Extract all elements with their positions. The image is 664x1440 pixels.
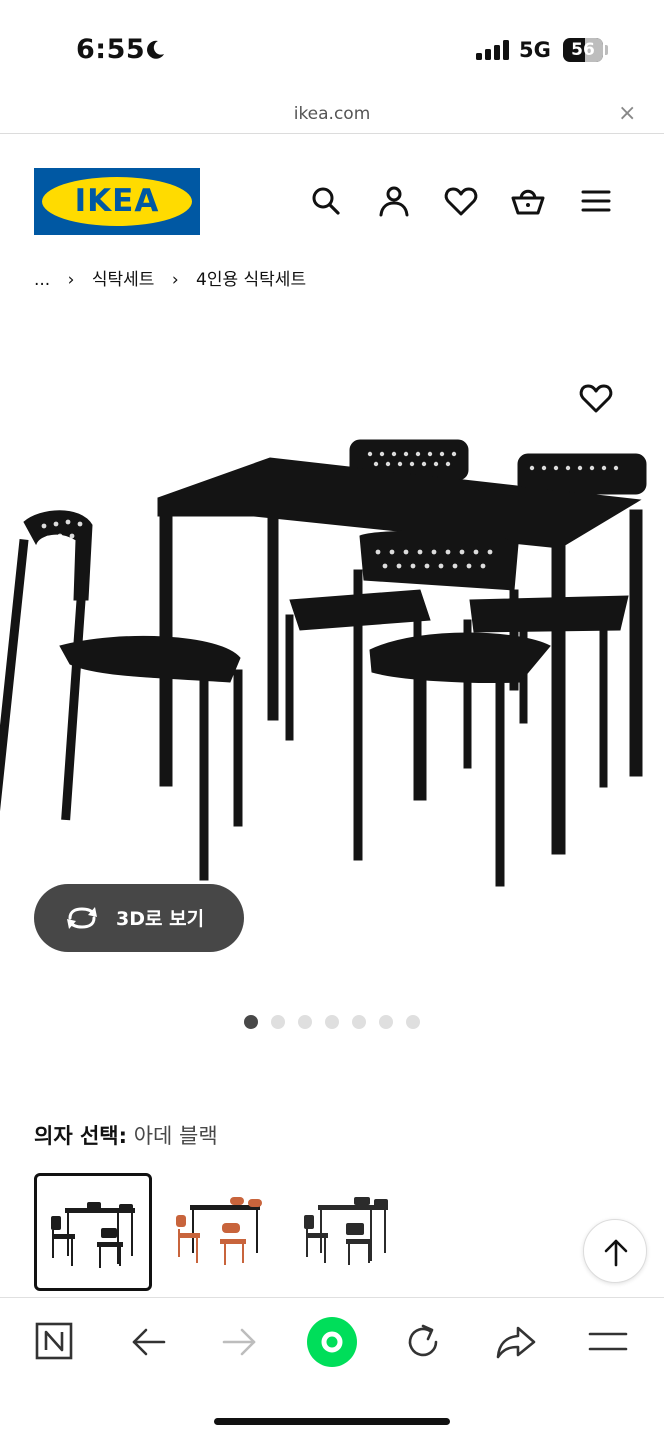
carousel-dot[interactable] xyxy=(271,1015,285,1029)
carousel-dot[interactable] xyxy=(406,1015,420,1029)
variant-swatch-black-alt[interactable] xyxy=(290,1173,408,1291)
close-icon[interactable]: × xyxy=(618,101,636,126)
favourite-icon[interactable] xyxy=(578,380,614,416)
breadcrumb-item[interactable]: 식탁세트 xyxy=(92,265,155,290)
moon-icon xyxy=(147,40,164,59)
variant-swatch-black[interactable] xyxy=(34,1173,152,1291)
product-image[interactable] xyxy=(0,420,664,900)
carousel-dots[interactable] xyxy=(244,1015,420,1029)
chair-select: 의자 선택: 아데 블랙 xyxy=(34,1120,218,1150)
chair-select-label: 의자 선택: xyxy=(34,1124,127,1148)
url-bar[interactable]: ikea.com × xyxy=(0,96,664,134)
menu-icon[interactable] xyxy=(578,183,614,219)
breadcrumb-separator: › xyxy=(171,270,179,290)
variant-swatch-orange[interactable] xyxy=(162,1173,280,1291)
carousel-dot[interactable] xyxy=(325,1015,339,1029)
battery-level: 56 xyxy=(571,40,595,60)
back-arrow-icon[interactable] xyxy=(126,1322,170,1362)
chair-select-value: 아데 블랙 xyxy=(133,1124,218,1148)
variant-thumbnail xyxy=(304,1197,388,1265)
carousel-dot[interactable] xyxy=(244,1015,258,1029)
scroll-to-top-button[interactable] xyxy=(583,1219,647,1283)
view-3d-label: 3D로 보기 xyxy=(116,908,205,930)
battery-icon: 56 xyxy=(563,38,603,62)
carousel-dot[interactable] xyxy=(298,1015,312,1029)
browser-toolbar xyxy=(0,1297,664,1440)
breadcrumb-separator: › xyxy=(67,270,75,290)
forward-arrow-icon[interactable] xyxy=(218,1322,262,1362)
logo-text: IKEA xyxy=(74,183,160,219)
signal-icon xyxy=(476,40,509,60)
search-icon[interactable] xyxy=(308,183,344,219)
view-3d-button[interactable]: 3D로 보기 xyxy=(34,884,244,952)
menu-icon[interactable] xyxy=(586,1322,630,1362)
ikea-logo[interactable]: IKEA xyxy=(34,168,200,235)
status-bar: 6:55 5G 56 xyxy=(0,0,664,96)
share-icon[interactable] xyxy=(494,1322,538,1362)
heart-icon[interactable] xyxy=(443,183,479,219)
breadcrumb-item[interactable]: ... xyxy=(34,270,50,290)
network-type: 5G xyxy=(519,38,551,62)
variant-thumbnail xyxy=(51,1202,135,1268)
naver-icon[interactable] xyxy=(32,1322,76,1362)
shopping-basket-icon[interactable] xyxy=(510,183,546,219)
variant-thumbnail xyxy=(176,1197,262,1265)
breadcrumb-item[interactable]: 4인용 식탁세트 xyxy=(196,265,306,290)
green-dot-icon[interactable] xyxy=(304,1314,360,1370)
status-time: 6:55 xyxy=(76,34,146,65)
rotate-3d-icon xyxy=(67,907,97,929)
home-indicator xyxy=(214,1418,450,1425)
reload-icon[interactable] xyxy=(402,1322,446,1362)
breadcrumb: ... › 식탁세트 › 4인용 식탁세트 xyxy=(34,265,306,290)
carousel-dot[interactable] xyxy=(352,1015,366,1029)
carousel-dot[interactable] xyxy=(379,1015,393,1029)
arrow-up-icon xyxy=(604,1239,628,1267)
url-text[interactable]: ikea.com xyxy=(0,104,664,124)
account-icon[interactable] xyxy=(376,183,412,219)
battery-tip xyxy=(605,45,608,55)
